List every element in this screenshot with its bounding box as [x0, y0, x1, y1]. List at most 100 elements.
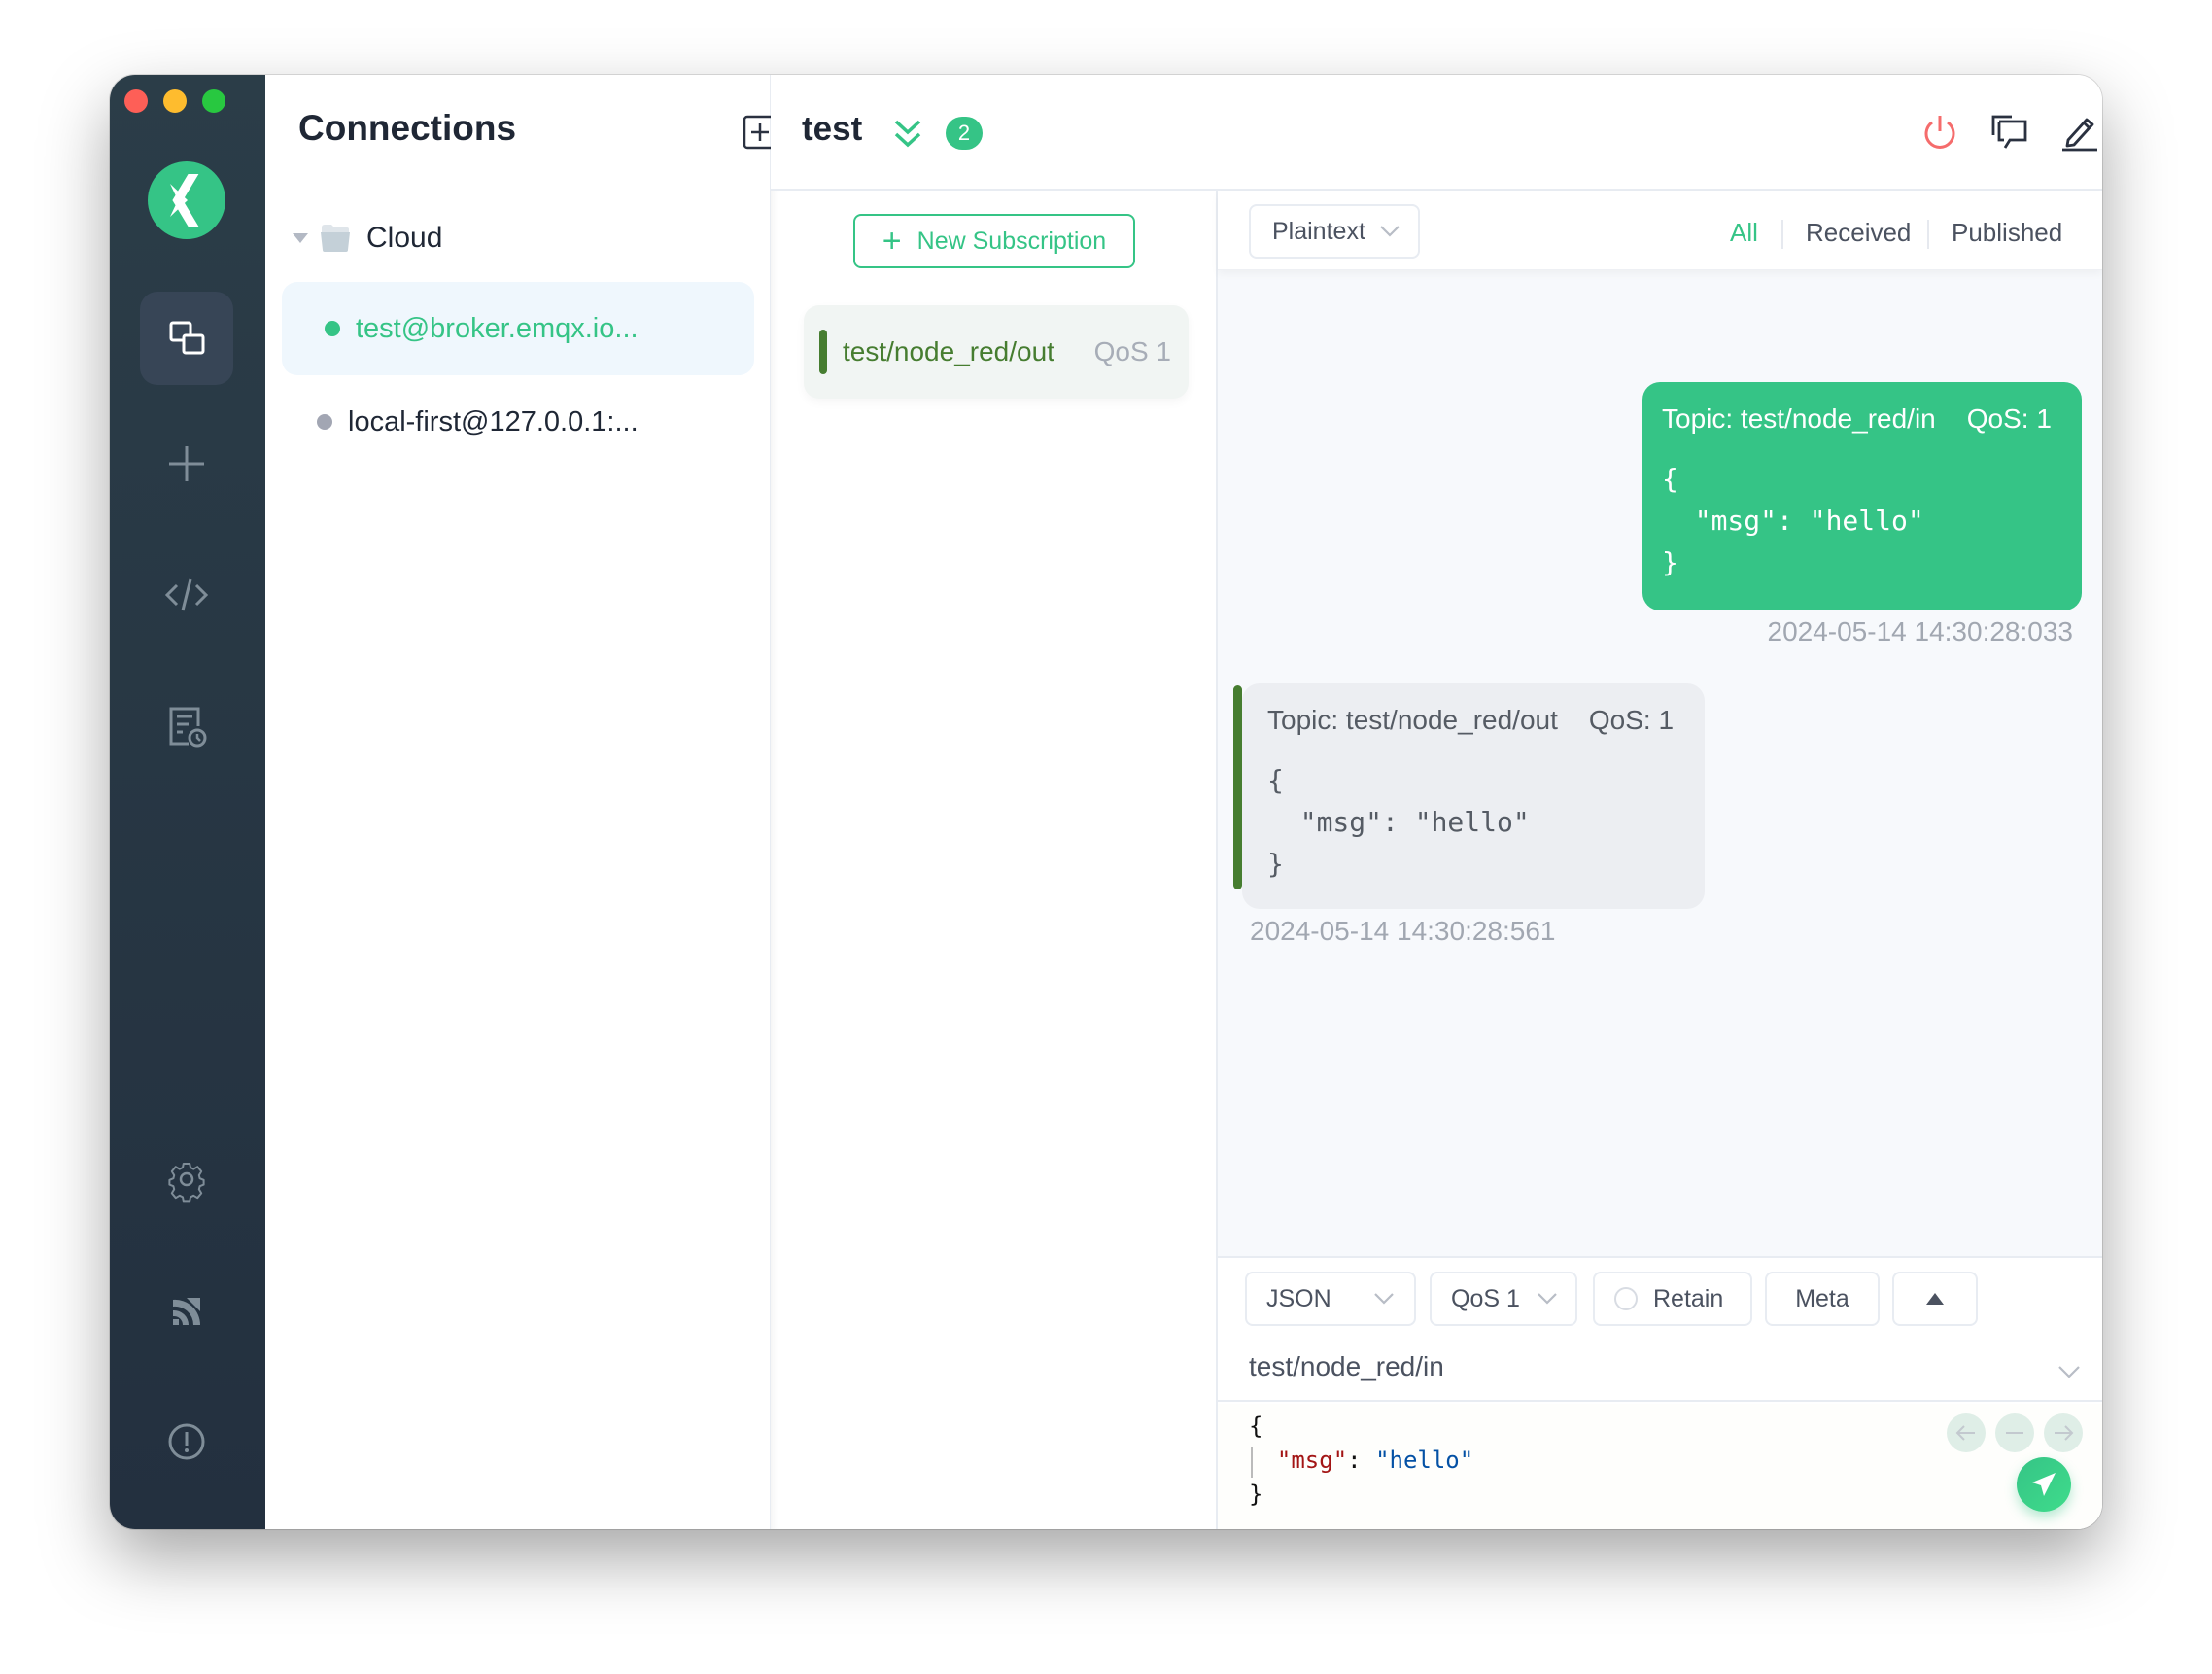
history-next-button[interactable] [2044, 1413, 2083, 1452]
sidebar-item-script[interactable] [140, 548, 233, 642]
publish-topic-row [1218, 1342, 2102, 1402]
new-subscription-label: New Subscription [916, 227, 1107, 255]
disconnect-button[interactable] [1919, 112, 1960, 153]
code-value: "hello" [1375, 1447, 1474, 1474]
collapse-chevrons-icon[interactable] [892, 118, 923, 151]
retain-label: Retain [1653, 1284, 1724, 1312]
folder-label: Cloud [366, 222, 443, 254]
code-brace: { [1249, 1412, 1263, 1440]
app-window: Connections Cloud test@broker.emqx.io...… [110, 75, 2102, 1529]
connections-icon [169, 321, 205, 355]
publish-qos-select[interactable]: QoS 1 [1430, 1272, 1577, 1326]
code-icon [164, 578, 209, 611]
sidebar-item-log[interactable] [140, 680, 233, 773]
payload-format-value: Plaintext [1272, 217, 1365, 245]
filter-published-tab[interactable]: Published [1952, 218, 2062, 248]
chevron-down-icon [1538, 1293, 1557, 1305]
sidebar-item-about[interactable] [140, 1395, 233, 1488]
window-close-button[interactable] [124, 89, 148, 113]
nav-sidebar [110, 75, 265, 1529]
status-connected-dot [325, 321, 340, 336]
mqttx-logo-icon [170, 174, 199, 227]
window-zoom-button[interactable] [202, 89, 225, 113]
subscription-topic: test/node_red/out [843, 336, 1054, 366]
connection-name: local-first@127.0.0.1:... [348, 405, 639, 437]
publish-format-select[interactable]: JSON [1245, 1272, 1416, 1326]
arrow-right-icon [2055, 1425, 2074, 1441]
edit-connection-button[interactable] [2059, 112, 2100, 153]
message-timestamp: 2024-05-14 14:30:28:561 [1250, 916, 1556, 946]
message-payload: { "msg": "hello" } [1267, 764, 1530, 880]
code-key: "msg" [1276, 1447, 1348, 1474]
main-area: test 2 + New Subscription test/node_red/… [771, 75, 2102, 1529]
chevron-down-icon [1380, 226, 1400, 237]
log-icon [169, 707, 207, 748]
filter-received-tab[interactable]: Received [1806, 218, 1911, 248]
history-previous-button[interactable] [1947, 1413, 1986, 1452]
publish-panel: JSON QoS 1 Retain Meta test/node_red/in … [1218, 1256, 2102, 1529]
retain-checkbox[interactable]: Retain [1593, 1272, 1752, 1326]
connection-item[interactable]: local-first@127.0.0.1:... [282, 375, 754, 469]
send-message-button[interactable] [2017, 1457, 2071, 1512]
history-reset-button[interactable] [1995, 1413, 2034, 1452]
topic-history-chevron-icon[interactable] [2057, 1365, 2081, 1378]
publish-topic-input[interactable] [1249, 1351, 2007, 1382]
connections-title: Connections [298, 108, 517, 148]
desktop-background: Connections Cloud test@broker.emqx.io...… [0, 0, 2212, 1674]
message-topic: Topic: test/node_red/out [1267, 705, 1558, 735]
subscription-color-bar [1233, 685, 1242, 889]
unread-badge: 2 [946, 117, 983, 150]
messages-toolbar: Plaintext All Received Published [1218, 191, 2102, 270]
subscriptions-panel: + New Subscription test/node_red/out QoS… [771, 191, 1218, 1529]
caret-up-icon [1926, 1293, 1944, 1305]
publish-qos-value: QoS 1 [1451, 1284, 1520, 1312]
app-logo [148, 161, 225, 239]
info-icon [168, 1423, 205, 1460]
arrow-left-icon [1955, 1425, 1975, 1441]
publish-format-value: JSON [1266, 1284, 1331, 1312]
message-qos: QoS: 1 [1966, 403, 2052, 434]
send-icon [2032, 1473, 2056, 1496]
window-minimize-button[interactable] [163, 89, 187, 113]
plus-icon: + [881, 223, 902, 260]
message-topic: Topic: test/node_red/in [1662, 403, 1936, 434]
filter-divider [1781, 220, 1783, 249]
received-message: Topic: test/node_red/out QoS: 1 { "msg":… [1233, 683, 1705, 909]
subscription-color-bar [819, 330, 827, 374]
filter-all-tab[interactable]: All [1730, 218, 1758, 248]
sidebar-item-connections[interactable] [140, 292, 233, 385]
expand-publish-button[interactable] [1892, 1272, 1978, 1326]
code-brace: } [1249, 1481, 1263, 1508]
payload-editor[interactable]: { "msg": "hello" } [1218, 1404, 2102, 1529]
sidebar-item-new-connection[interactable] [140, 417, 233, 510]
sidebar-item-feed[interactable] [140, 1265, 233, 1358]
meta-button[interactable]: Meta [1765, 1272, 1880, 1326]
folder-icon [321, 225, 350, 252]
gear-icon [168, 1163, 205, 1203]
plus-icon [169, 446, 204, 481]
filter-divider [1927, 220, 1929, 249]
meta-label: Meta [1795, 1284, 1849, 1312]
connections-panel: Connections Cloud test@broker.emqx.io...… [265, 75, 848, 1529]
sidebar-item-settings[interactable] [140, 1133, 233, 1226]
chat-icon [1991, 115, 2027, 149]
payload-code[interactable]: { "msg": "hello" } [1249, 1410, 1473, 1512]
message-qos: QoS: 1 [1588, 705, 1675, 735]
subscription-qos: QoS 1 [1093, 336, 1171, 366]
caret-down-icon [293, 233, 308, 243]
status-disconnected-dot [317, 414, 332, 430]
chat-button[interactable] [1989, 112, 2030, 153]
minus-icon [2006, 1432, 2023, 1434]
connection-header: test 2 [771, 75, 2102, 191]
retain-radio-icon [1614, 1287, 1638, 1310]
payload-format-select[interactable]: Plaintext [1249, 204, 1420, 259]
messages-panel: Plaintext All Received Published Topic: … [1218, 191, 2102, 1529]
edit-icon [2062, 118, 2097, 152]
message-payload: { "msg": "hello" } [1662, 463, 1924, 578]
subscription-item[interactable]: test/node_red/out QoS 1 [804, 305, 1189, 399]
new-subscription-button[interactable]: + New Subscription [853, 214, 1135, 268]
feed-icon [173, 1298, 201, 1325]
folder-cloud[interactable]: Cloud [293, 217, 442, 260]
code-colon: : [1347, 1447, 1376, 1474]
connection-item[interactable]: test@broker.emqx.io... [282, 282, 754, 375]
